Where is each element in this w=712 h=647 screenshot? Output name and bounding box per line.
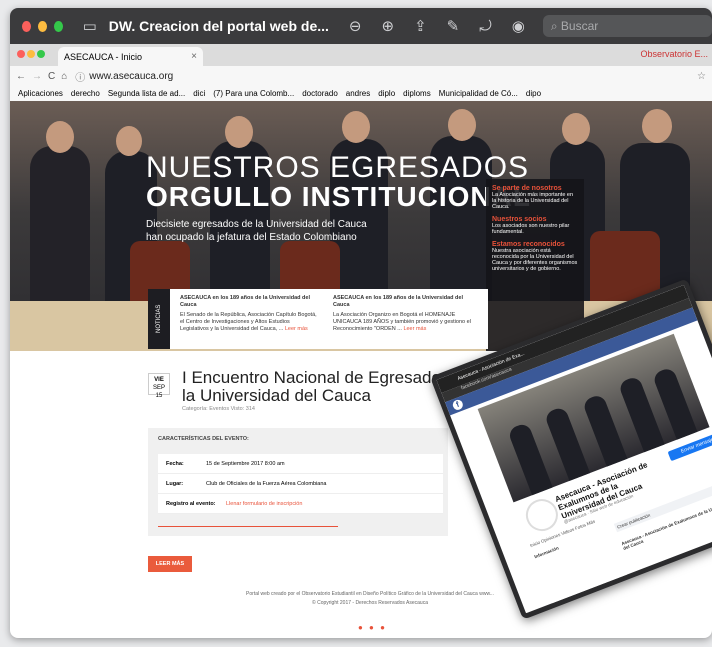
read-more-button[interactable]: LEER MÁS: [148, 556, 192, 572]
news-tab-label: NOTICIAS: [148, 289, 170, 349]
read-more-link[interactable]: Leer más: [403, 326, 426, 332]
side-text: Los asociados son nuestro pilar fundamen…: [492, 223, 570, 235]
maximize-browser-icon[interactable]: [37, 50, 45, 58]
bookmark-item[interactable]: dici: [193, 89, 205, 98]
hero-subtitle: Diecisiete egresados de la Universidad d…: [146, 219, 367, 243]
sidebar-icon[interactable]: ▭: [83, 17, 97, 35]
footer-credits: Portal web creado por el Observatorio Es…: [246, 591, 494, 597]
cover-photo-figure: [543, 405, 591, 481]
side-heading[interactable]: Nuestros socios: [492, 216, 578, 223]
cover-photo-figure: [507, 422, 553, 496]
bookmark-item[interactable]: diplo: [378, 89, 395, 98]
row-value: 15 de Septiembre 2017 8:00 am: [206, 460, 285, 467]
zoom-out-icon[interactable]: ⊖: [349, 17, 362, 35]
event-date-badge: VIE SEP 15: [148, 373, 170, 399]
bookmark-item[interactable]: (7) Para una Colomb...: [213, 89, 294, 98]
event-row-register: Registro al evento: Llenar formulario de …: [158, 494, 443, 514]
event-row-date: Fecha: 15 de Septiembre 2017 8:00 am: [158, 454, 443, 474]
reload-icon[interactable]: C: [48, 71, 55, 82]
side-heading[interactable]: Estamos reconocidos: [492, 241, 578, 248]
back-icon[interactable]: ←: [16, 71, 26, 82]
share-icon[interactable]: ⇪: [414, 17, 427, 35]
news-title[interactable]: ASECAUCA en los 189 años de la Universid…: [333, 295, 473, 309]
hero-photo-figure: [562, 113, 590, 145]
bookmarks-bar: Aplicaciones derecho Segunda lista de ad…: [10, 86, 712, 102]
footer-copyright: © Copyright 2017 - Derechos Reservados A…: [312, 600, 428, 606]
news-item[interactable]: ASECAUCA en los 189 años de la Universid…: [333, 295, 473, 333]
bookmark-item[interactable]: Segunda lista de ad...: [108, 89, 185, 98]
row-label: Registro al evento:: [166, 500, 216, 507]
rotate-icon[interactable]: ⤾: [479, 18, 492, 35]
page-footer: Portal web creado por el Observatorio Es…: [230, 590, 510, 608]
event-details-table: Fecha: 15 de Septiembre 2017 8:00 am Luga…: [158, 454, 443, 514]
maximize-window-icon[interactable]: [53, 20, 63, 32]
address-bar: ← → C ⌂ ⓘ www.asecauca.org ☆: [10, 66, 712, 87]
news-body: La Asociación Organizo en Bogotá el HOME…: [333, 312, 471, 332]
accent-divider: [158, 526, 338, 527]
side-text: La Asociación más importante en la histo…: [492, 192, 574, 210]
hero-photo-figure: [642, 109, 672, 143]
hero-photo-figure: [342, 111, 370, 143]
side-heading[interactable]: Se parte de nosotros: [492, 185, 578, 192]
outer-title-bar: ▭ DW. Creacion del portal web de... ⊖ ⊕ …: [10, 8, 712, 44]
annotate-icon[interactable]: ◉: [512, 17, 525, 35]
minimize-window-icon[interactable]: [37, 20, 47, 32]
zoom-in-icon[interactable]: ⊕: [382, 17, 395, 35]
hero-photo-figure: [116, 126, 142, 156]
bookmark-item[interactable]: Aplicaciones: [18, 89, 63, 98]
tab-close-icon[interactable]: ×: [191, 51, 197, 62]
info-icon: ⓘ: [75, 72, 86, 84]
bookmark-item[interactable]: dipo: [526, 89, 541, 98]
news-item[interactable]: ASECAUCA en los 189 años de la Universid…: [180, 295, 320, 333]
read-more-link[interactable]: Leer más: [285, 326, 308, 332]
bookmark-item[interactable]: doctorado: [302, 89, 338, 98]
forward-icon[interactable]: →: [32, 71, 42, 82]
bookmark-item[interactable]: andres: [346, 89, 370, 98]
row-label: Fecha:: [166, 460, 184, 467]
bookmark-star-icon[interactable]: ☆: [697, 71, 706, 82]
event-row-place: Lugar: Club de Oficiales de la Fuerza Aér…: [158, 474, 443, 494]
search-input[interactable]: ⌕ Buscar: [542, 15, 712, 37]
close-window-icon[interactable]: [22, 20, 31, 32]
event-details-heading: CARACTERÍSTICAS DEL EVENTO:: [158, 436, 249, 442]
close-browser-icon[interactable]: [17, 50, 25, 58]
tab-bar: ASECAUCA - Inicio × Observatorio E...: [10, 44, 712, 66]
row-label: Lugar:: [166, 480, 184, 487]
bookmark-item[interactable]: Municipalidad de Có...: [439, 89, 518, 98]
home-icon[interactable]: ⌂: [61, 71, 67, 82]
event-date: SEP 15: [152, 385, 165, 399]
facebook-logo-icon[interactable]: f: [451, 398, 465, 412]
tab-asecauca[interactable]: ASECAUCA - Inicio ×: [58, 47, 203, 66]
news-strip: NOTICIAS ASECAUCA en los 189 años de la …: [148, 289, 488, 349]
url-field[interactable]: www.asecauca.org: [89, 71, 173, 82]
window-title: DW. Creacion del portal web de...: [108, 18, 329, 34]
bookmark-item[interactable]: derecho: [71, 89, 100, 98]
hero-title-line1: NUESTROS EGRESADOS: [146, 151, 530, 184]
markup-icon[interactable]: ✎: [447, 17, 460, 35]
event-day: VIE: [154, 377, 164, 383]
register-link[interactable]: Llenar formulario de inscripción: [226, 501, 302, 507]
tab-observatorio[interactable]: Observatorio E...: [640, 49, 708, 59]
side-text: Nuestra asociación está reconocida por l…: [492, 248, 578, 272]
news-title[interactable]: ASECAUCA en los 189 años de la Universid…: [180, 295, 320, 309]
hero-photo-figure: [46, 121, 74, 153]
hero-photo-figure: [225, 116, 253, 148]
minimize-browser-icon[interactable]: [27, 50, 35, 58]
bookmark-item[interactable]: diploms: [403, 89, 431, 98]
search-placeholder: Buscar: [560, 19, 599, 33]
row-value: Club de Oficiales de la Fuerza Aérea Col…: [206, 480, 327, 487]
event-meta: Categoría: Eventos Visto: 314: [182, 406, 255, 412]
carousel-dots[interactable]: ● ● ●: [358, 623, 387, 632]
hero-title-line2: ORGULLO INSTITUCIONAL: [146, 181, 531, 212]
hero-photo-figure: [448, 109, 476, 141]
tab-title: ASECAUCA - Inicio: [64, 51, 143, 62]
cover-photo-figure: [581, 393, 628, 467]
